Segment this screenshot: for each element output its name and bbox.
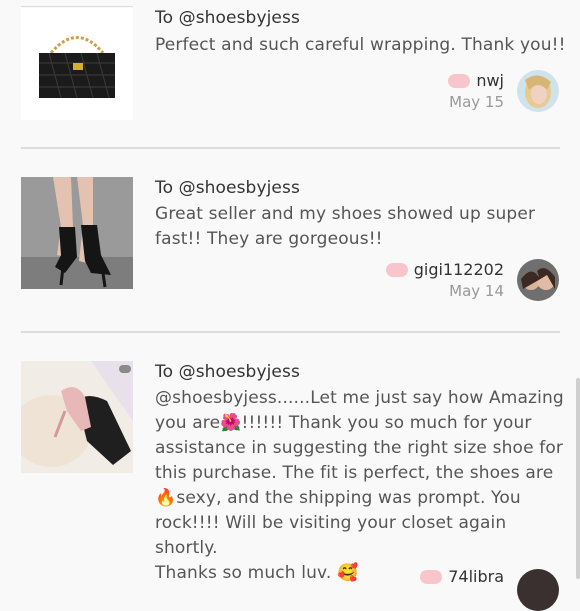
review-divider <box>21 147 560 149</box>
reviewer-username[interactable]: nwj <box>476 71 504 90</box>
review-divider <box>21 331 560 333</box>
listing-thumbnail[interactable] <box>21 361 133 473</box>
black-quilted-handbag-icon <box>21 8 133 120</box>
user-avatar-dark-icon <box>517 569 559 611</box>
user-avatar-blonde-icon <box>517 70 559 112</box>
heart-icon[interactable] <box>420 569 443 584</box>
recipient-label: To @shoesbyjess <box>155 8 300 28</box>
reviewer-avatar[interactable] <box>517 259 559 301</box>
message-fragment: sexy, and the shipping was prompt. You <box>176 488 521 508</box>
review-message-line: this purchase. The fit is perfect, the s… <box>155 463 554 483</box>
reviewer-username[interactable]: 74libra <box>448 567 504 586</box>
reviewer-row[interactable]: nwj <box>448 70 504 90</box>
reviewer-avatar[interactable] <box>517 569 559 611</box>
reviewer-row[interactable]: 74libra <box>420 566 504 586</box>
reviewer-avatar[interactable] <box>517 70 559 112</box>
black-sock-heels-icon <box>21 177 133 289</box>
review-message-line: you are🌺!!!!!! Thank you so much for you… <box>155 411 567 436</box>
review-message-line: Great seller and my shoes showed up supe… <box>155 204 536 224</box>
reviewer-row[interactable]: gigi112202 <box>385 259 504 279</box>
recipient-label: To @shoesbyjess <box>155 178 300 198</box>
review-message-line: assistance in suggesting the right size … <box>155 438 564 458</box>
review-date: May 14 <box>449 282 504 300</box>
review-message: Perfect and such careful wrapping. Thank… <box>155 35 566 55</box>
scrollbar[interactable] <box>576 378 580 579</box>
message-fragment: Thanks so much luv. <box>155 563 332 583</box>
smiling-hearts-emoji-icon: 🥰 <box>337 563 359 583</box>
review-message: Great seller and my shoes showed up supe… <box>155 202 567 252</box>
heart-icon[interactable] <box>385 262 408 277</box>
reviewer-username[interactable]: gigi112202 <box>414 260 504 279</box>
message-fragment: !!!!!! Thank you so much for your <box>241 413 532 433</box>
hibiscus-emoji-icon: 🌺 <box>220 413 242 433</box>
message-fragment: you are <box>155 413 221 433</box>
fire-emoji-icon: 🔥 <box>155 488 177 508</box>
review-message-line: fast!! They are gorgeous!! <box>155 229 383 249</box>
pink-heels-on-fur-icon <box>21 361 133 473</box>
review-message-line: 🔥sexy, and the shipping was prompt. You <box>155 486 567 511</box>
listing-thumbnail[interactable] <box>21 177 133 289</box>
review-message-line: rock!!!! Will be visiting your closet ag… <box>155 513 507 558</box>
review-date: May 15 <box>449 93 504 111</box>
heart-icon[interactable] <box>448 73 471 88</box>
user-avatar-two-people-icon <box>517 259 559 301</box>
review-message: @shoesbyjess......Let me just say how Am… <box>155 386 567 586</box>
review-message-line: Thanks so much luv. 🥰 <box>155 561 567 586</box>
review-message-line: @shoesbyjess......Let me just say how Am… <box>155 388 564 408</box>
listing-thumbnail[interactable] <box>21 8 133 120</box>
top-divider <box>21 6 133 7</box>
recipient-label: To @shoesbyjess <box>155 362 300 382</box>
